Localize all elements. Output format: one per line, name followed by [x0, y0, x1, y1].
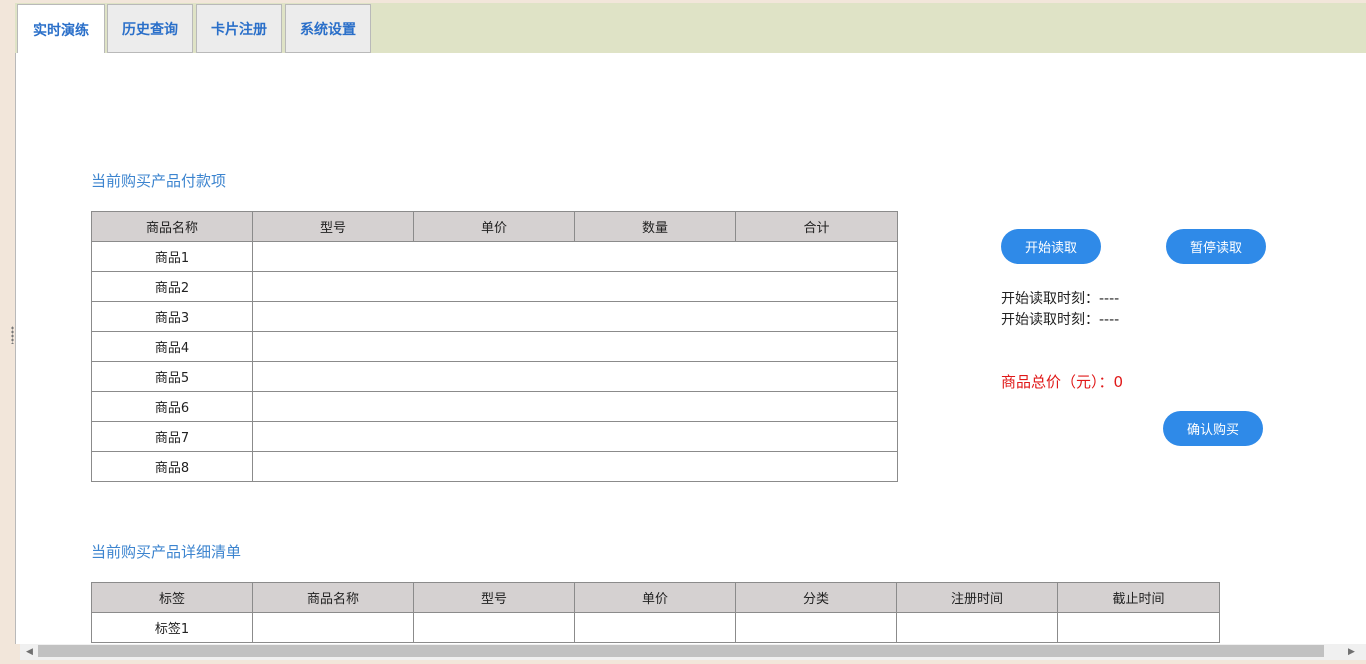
table-row[interactable]: 标签1 — [91, 612, 1220, 643]
product-name-cell: 商品6 — [91, 391, 253, 422]
main-panel: 当前购买产品付款项 商品名称 型号 单价 数量 合计 商品1 商品2 商品3 商… — [15, 53, 1366, 644]
empty-cell — [252, 421, 898, 452]
table-row[interactable]: 商品5 — [91, 361, 898, 392]
detail-title: 当前购买产品详细清单 — [91, 543, 242, 561]
pause-read-button[interactable]: 暂停读取 — [1166, 229, 1266, 264]
col-product-name: 商品名称 — [252, 582, 414, 613]
start-read-button[interactable]: 开始读取 — [1001, 229, 1101, 264]
col-subtotal: 合计 — [735, 211, 898, 242]
empty-cell — [252, 331, 898, 362]
col-quantity: 数量 — [574, 211, 736, 242]
start-time-label-1: 开始读取时刻：---- — [1001, 291, 1120, 307]
empty-cell — [252, 451, 898, 482]
product-name-cell: 商品4 — [91, 331, 253, 362]
table-row[interactable]: 商品8 — [91, 451, 898, 482]
payment-table: 商品名称 型号 单价 数量 合计 商品1 商品2 商品3 商品4 商品5 商品6… — [91, 211, 898, 482]
product-name-cell: 商品1 — [91, 241, 253, 272]
col-model: 型号 — [413, 582, 575, 613]
col-unit-price: 单价 — [574, 582, 736, 613]
table-row[interactable]: 商品2 — [91, 271, 898, 302]
table-row[interactable]: 商品4 — [91, 331, 898, 362]
payment-header-row: 商品名称 型号 单价 数量 合计 — [91, 211, 898, 242]
product-name-cell: 商品3 — [91, 301, 253, 332]
tab-realtime[interactable]: 实时演练 — [17, 4, 105, 55]
empty-cell — [252, 241, 898, 272]
start-time-label-2: 开始读取时刻：---- — [1001, 312, 1120, 328]
empty-cell — [1057, 612, 1220, 643]
col-product-name: 商品名称 — [91, 211, 253, 242]
empty-cell — [896, 612, 1058, 643]
empty-cell — [252, 612, 414, 643]
col-model: 型号 — [252, 211, 414, 242]
empty-cell — [574, 612, 736, 643]
product-name-cell: 商品8 — [91, 451, 253, 482]
table-row[interactable]: 商品6 — [91, 391, 898, 422]
scroll-left-icon[interactable]: ◀ — [26, 647, 33, 657]
empty-cell — [252, 361, 898, 392]
empty-cell — [252, 391, 898, 422]
col-expire-time: 截止时间 — [1057, 582, 1220, 613]
table-row[interactable]: 商品1 — [91, 241, 898, 272]
table-row[interactable]: 商品3 — [91, 301, 898, 332]
product-name-cell: 商品7 — [91, 421, 253, 452]
horizontal-scrollbar[interactable]: ◀ ▶ — [20, 644, 1366, 660]
detail-table: 标签 商品名称 型号 单价 分类 注册时间 截止时间 标签1 — [91, 582, 1220, 643]
col-unit-price: 单价 — [413, 211, 575, 242]
empty-cell — [252, 301, 898, 332]
tab-history[interactable]: 历史查询 — [107, 4, 193, 53]
col-register-time: 注册时间 — [896, 582, 1058, 613]
product-name-cell: 商品5 — [91, 361, 253, 392]
splitter-grip[interactable] — [11, 326, 14, 344]
tab-bar: 实时演练 历史查询 卡片注册 系统设置 — [15, 3, 1366, 55]
tab-card-register[interactable]: 卡片注册 — [196, 4, 282, 53]
scroll-right-icon[interactable]: ▶ — [1348, 647, 1355, 657]
empty-cell — [252, 271, 898, 302]
scrollbar-thumb[interactable] — [38, 645, 1324, 657]
tab-settings[interactable]: 系统设置 — [285, 4, 371, 53]
table-row[interactable]: 商品7 — [91, 421, 898, 452]
col-tag: 标签 — [91, 582, 253, 613]
total-price-label: 商品总价（元）：0 — [1001, 373, 1124, 391]
tag-cell: 标签1 — [91, 612, 253, 643]
empty-cell — [735, 612, 897, 643]
empty-cell — [413, 612, 575, 643]
detail-header-row: 标签 商品名称 型号 单价 分类 注册时间 截止时间 — [91, 582, 1220, 613]
payment-title: 当前购买产品付款项 — [91, 172, 227, 190]
col-category: 分类 — [735, 582, 897, 613]
product-name-cell: 商品2 — [91, 271, 253, 302]
confirm-purchase-button[interactable]: 确认购买 — [1163, 411, 1263, 446]
